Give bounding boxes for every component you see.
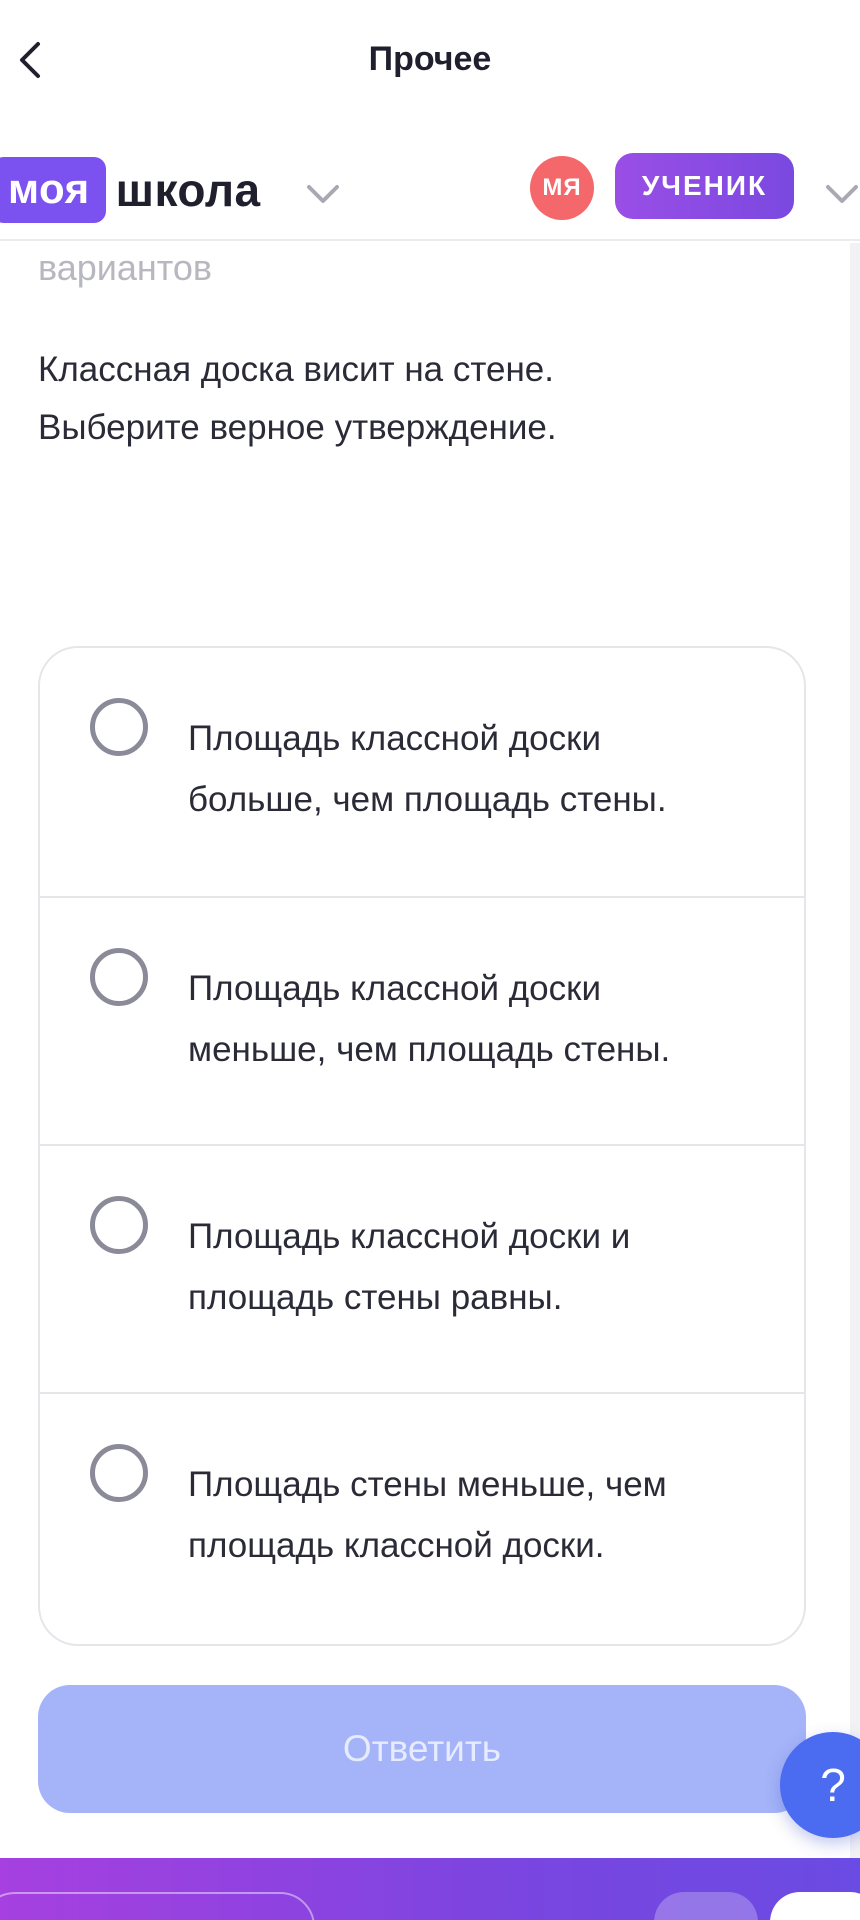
option-label: Площадь классной доски и площадь стены р… (188, 1206, 778, 1328)
option-label: Площадь стены меньше, чем площадь классн… (188, 1454, 778, 1576)
option-line: больше, чем площадь стены. (188, 780, 667, 819)
app-screen: Прочее моя школа МЯ УЧЕНИК вариантов Кла… (0, 0, 860, 1920)
radio-button[interactable] (90, 1196, 148, 1254)
answer-button[interactable]: Ответить (38, 1685, 806, 1813)
top-nav: Прочее (0, 0, 860, 125)
option-line: Площадь стены меньше, чем (188, 1465, 667, 1504)
role-button[interactable]: УЧЕНИК (615, 153, 794, 219)
bottom-nav-pill[interactable] (0, 1892, 315, 1920)
bottom-bar (0, 1858, 860, 1920)
option-line: меньше, чем площадь стены. (188, 1030, 671, 1069)
option-label: Площадь классной доски меньше, чем площа… (188, 958, 778, 1080)
option-line: площадь стены равны. (188, 1278, 563, 1317)
option-line: Площадь классной доски (188, 719, 601, 758)
logo-text: школа (115, 164, 261, 216)
radio-button[interactable] (90, 1444, 148, 1502)
avatar[interactable]: МЯ (530, 156, 594, 220)
radio-button[interactable] (90, 948, 148, 1006)
option-line: Площадь классной доски и (188, 1217, 631, 1256)
answer-option-4[interactable]: Площадь стены меньше, чем площадь классн… (40, 1392, 804, 1640)
bottom-nav-chip[interactable] (654, 1892, 758, 1920)
answer-option-2[interactable]: Площадь классной доски меньше, чем площа… (40, 896, 804, 1144)
answer-options: Площадь классной доски больше, чем площа… (38, 646, 806, 1646)
answer-option-3[interactable]: Площадь классной доски и площадь стены р… (40, 1144, 804, 1392)
chevron-down-icon[interactable] (822, 173, 860, 213)
bottom-nav-button[interactable] (770, 1892, 860, 1920)
question-line: Классная доска висит на стене. (38, 350, 554, 389)
scroll-edge (850, 243, 860, 1858)
task-hint-text: вариантов (38, 247, 213, 288)
logo[interactable]: моя школа (0, 157, 261, 223)
answer-option-1[interactable]: Площадь классной доски больше, чем площа… (40, 648, 804, 896)
option-label: Площадь классной доски больше, чем площа… (188, 708, 778, 830)
logo-badge: моя (0, 157, 106, 223)
option-line: площадь классной доски. (188, 1526, 605, 1565)
app-header: моя школа МЯ УЧЕНИК (0, 125, 860, 241)
page-title: Прочее (368, 40, 492, 78)
task-content: вариантов Классная доска висит на стене.… (0, 243, 850, 1858)
question-line: Выберите верное утверждение. (38, 408, 557, 447)
option-line: Площадь классной доски (188, 969, 601, 1008)
radio-button[interactable] (90, 698, 148, 756)
question-text: Классная доска висит на стене. Выберите … (38, 341, 798, 457)
chevron-down-icon[interactable] (303, 173, 343, 213)
